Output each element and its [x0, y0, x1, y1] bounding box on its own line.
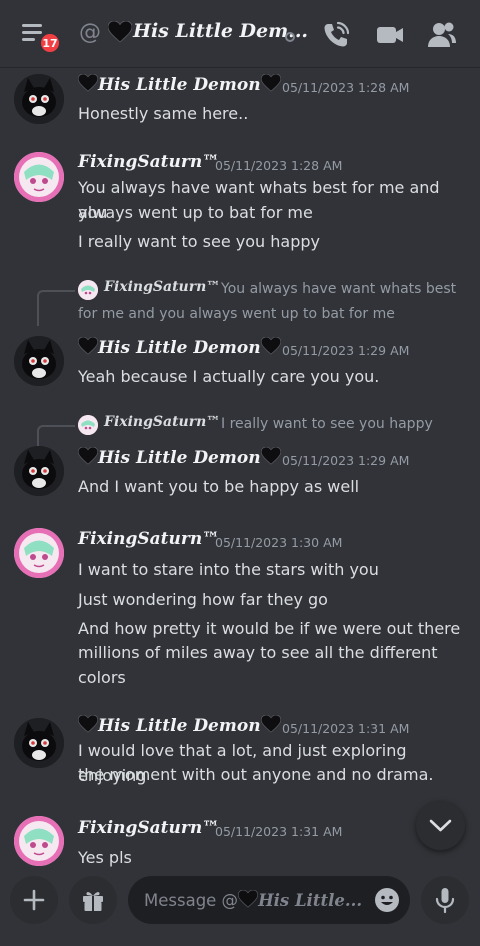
dm-header: 17 @ His Little Dem... [0, 0, 480, 68]
message-timestamp: 05/11/2023 1:31 AM [215, 824, 343, 839]
black-heart-icon [260, 74, 281, 92]
message-author[interactable]: His Little Demon [78, 447, 281, 468]
video-call-icon[interactable] [374, 19, 406, 51]
avatar-fixingsaturn[interactable] [14, 528, 64, 578]
black-heart-icon [78, 74, 98, 92]
author-name: His Little Demon [98, 448, 261, 468]
avatar-fixingsaturn[interactable] [14, 152, 64, 202]
dm-title[interactable]: His Little Dem... [133, 20, 308, 42]
microphone-icon [435, 888, 455, 914]
menu-icon-bar [22, 31, 42, 34]
black-heart-icon [78, 715, 98, 733]
message-author[interactable]: His Little Demon [78, 337, 281, 358]
add-attachment-button[interactable] [10, 876, 58, 924]
chevron-down-icon [429, 819, 452, 832]
avatar-his-little-demon[interactable] [14, 446, 64, 496]
message-timestamp: 05/11/2023 1:28 AM [282, 80, 410, 95]
message-text: I want to stare into the stars with you [78, 560, 379, 579]
avatar-his-little-demon[interactable] [14, 718, 64, 768]
message-text: Just wondering how far they go [78, 590, 328, 609]
message-timestamp: 05/11/2023 1:30 AM [215, 535, 343, 550]
emoji-icon[interactable] [374, 887, 400, 913]
avatar-his-little-demon[interactable] [14, 74, 64, 124]
placeholder-recipient: His Little... [258, 891, 363, 910]
reply-avatar [78, 280, 98, 300]
message-composer: Message @ His Little... [0, 868, 480, 946]
message-text: Honestly same here.. [78, 104, 249, 123]
message-author[interactable]: FixingSaturn™ [78, 529, 219, 549]
message-author[interactable]: FixingSaturn™ [78, 818, 219, 838]
message-author[interactable]: FixingSaturn™ [78, 152, 219, 172]
message-list[interactable]: His Little Demon 05/11/2023 1:28 AM Hone… [0, 68, 480, 868]
author-name: His Little Demon [98, 338, 261, 358]
message-text: Yeah because I actually care you you. [78, 367, 380, 386]
message-timestamp: 05/11/2023 1:31 AM [282, 721, 410, 736]
avatar-fixingsaturn[interactable] [14, 816, 64, 866]
black-heart-icon [260, 337, 281, 355]
menu-icon-bar [22, 24, 42, 27]
plus-icon [23, 889, 45, 911]
message-text: And how pretty it would be if we were ou… [78, 619, 461, 638]
message-input[interactable]: Message @ His Little... [128, 876, 410, 924]
message-timestamp: 05/11/2023 1:28 AM [215, 158, 343, 173]
voice-call-icon[interactable] [320, 19, 352, 51]
placeholder-prefix: Message @ [144, 891, 239, 910]
reply-avatar [78, 415, 98, 435]
menu-icon-bar [22, 38, 35, 41]
reply-connector [37, 290, 75, 326]
member-list-icon[interactable] [426, 19, 458, 51]
jump-to-bottom-button[interactable] [416, 801, 465, 850]
gift-button[interactable] [69, 876, 117, 924]
reply-preview[interactable]: You always have want whats best [221, 277, 456, 302]
avatar-his-little-demon[interactable] [14, 336, 64, 386]
author-name: His Little Demon [98, 716, 261, 736]
black-heart-icon [78, 337, 98, 355]
message-text: millions of miles away to see all the di… [78, 643, 438, 662]
message-author[interactable]: His Little Demon [78, 74, 281, 95]
message-placeholder: Message @ His Little... [144, 890, 362, 910]
message-timestamp: 05/11/2023 1:29 AM [282, 453, 410, 468]
message-timestamp: 05/11/2023 1:29 AM [282, 343, 410, 358]
voice-message-button[interactable] [421, 876, 469, 924]
message-text: And I want you to be happy as well [78, 477, 360, 496]
message-author[interactable]: His Little Demon [78, 715, 281, 736]
message-text: I really want to see you happy [78, 232, 320, 251]
reply-author[interactable]: FixingSaturn™ [104, 414, 220, 430]
message-text: the moment with out anyone and no drama. [78, 765, 434, 784]
black-heart-icon [108, 21, 132, 43]
message-text: colors [78, 668, 126, 687]
notification-badge: 17 [38, 31, 62, 55]
message-text: always went up to bat for me [78, 203, 313, 222]
message-text: Yes pls [78, 848, 132, 867]
reply-preview[interactable]: I really want to see you happy [221, 412, 433, 437]
reply-preview[interactable]: for me and you always went up to bat for… [78, 302, 395, 327]
black-heart-icon [78, 447, 98, 465]
black-heart-icon [260, 447, 281, 465]
reply-author[interactable]: FixingSaturn™ [104, 279, 220, 295]
author-name: His Little Demon [98, 75, 261, 95]
black-heart-icon [238, 890, 259, 908]
gift-icon [83, 892, 103, 911]
at-icon: @ [79, 20, 101, 45]
black-heart-icon [260, 715, 281, 733]
offline-status-icon [285, 32, 295, 42]
